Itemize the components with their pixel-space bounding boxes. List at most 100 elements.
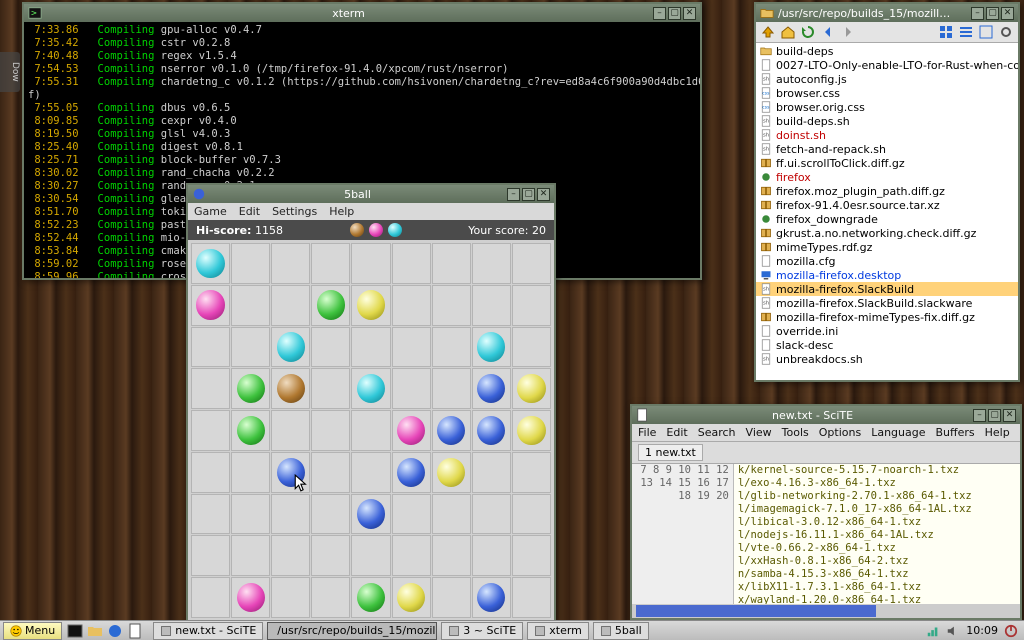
settings-icon[interactable] [998,24,1014,40]
scite-titlebar[interactable]: new.txt - SciTE – ▢ ✕ [632,406,1020,424]
board-cell[interactable] [311,535,350,576]
ball-yellow[interactable] [517,416,545,445]
board-cell[interactable] [271,494,310,535]
ball-pink[interactable] [237,583,265,612]
ball-green[interactable] [237,374,265,403]
menu-search[interactable]: Search [698,426,736,439]
board-cell[interactable] [432,494,471,535]
board-cell[interactable] [472,494,511,535]
board-cell[interactable] [311,452,350,493]
file-row[interactable]: shautoconfig.js [756,72,1018,86]
file-row[interactable]: shdoinst.sh [756,128,1018,142]
task-button[interactable]: /usr/src/repo/builds_15/mozilla_firefo..… [267,622,437,640]
task-button[interactable]: new.txt - SciTE [153,622,263,640]
ball-yellow[interactable] [517,374,545,403]
board-cell[interactable] [351,577,390,618]
ball-blue[interactable] [397,458,425,487]
board-cell[interactable] [271,452,310,493]
launcher-browser-icon[interactable] [106,622,124,640]
board-cell[interactable] [472,577,511,618]
board-cell[interactable] [311,577,350,618]
close-button[interactable]: ✕ [537,188,550,201]
file-row[interactable]: mozilla.cfg [756,254,1018,268]
board-cell[interactable] [512,368,551,409]
board-cell[interactable] [392,494,431,535]
ball-green[interactable] [357,583,385,612]
board-cell[interactable] [191,494,230,535]
file-list[interactable]: build-deps0027-LTO-Only-enable-LTO-for-R… [756,43,1018,380]
file-row[interactable]: shunbreakdocs.sh [756,352,1018,366]
task-button[interactable]: 5ball [593,622,649,640]
tab-newtxt[interactable]: 1 new.txt [638,444,703,461]
board-cell[interactable] [271,368,310,409]
board-cell[interactable] [231,285,270,326]
board-cell[interactable] [351,327,390,368]
board-cell[interactable] [231,452,270,493]
refresh-icon[interactable] [800,24,816,40]
minimize-button[interactable]: – [653,7,666,20]
minimize-button[interactable]: – [973,409,986,422]
board-cell[interactable] [231,535,270,576]
board-cell[interactable] [392,368,431,409]
menu-help[interactable]: Help [985,426,1010,439]
ball-cyan[interactable] [477,332,505,361]
ball-green[interactable] [317,290,345,319]
menu-options[interactable]: Options [819,426,861,439]
file-row[interactable]: mimeTypes.rdf.gz [756,240,1018,254]
file-row[interactable]: shmozilla-firefox.SlackBuild [756,282,1018,296]
scite-editor[interactable]: 7 8 9 10 11 12 13 14 15 16 17 18 19 20 k… [632,464,1020,604]
forward-icon[interactable] [840,24,856,40]
ball-blue[interactable] [277,458,305,487]
board-cell[interactable] [392,243,431,284]
menu-edit[interactable]: Edit [239,205,260,218]
maximize-button[interactable]: ▢ [986,7,999,20]
board-cell[interactable] [311,285,350,326]
file-row[interactable]: mozilla-firefox-mimeTypes-fix.diff.gz [756,310,1018,324]
file-row[interactable]: gkrust.a.no.networking.check.diff.gz [756,226,1018,240]
start-menu-button[interactable]: Menu [3,622,62,640]
board-cell[interactable] [231,494,270,535]
close-button[interactable]: ✕ [1003,409,1016,422]
clock[interactable]: 10:09 [966,624,998,637]
board-cell[interactable] [472,368,511,409]
board-cell[interactable] [271,243,310,284]
file-row[interactable]: shmozilla-firefox.SlackBuild.slackware [756,296,1018,310]
xterm-titlebar[interactable]: > xterm – ▢ ✕ [24,4,700,22]
menu-edit[interactable]: Edit [666,426,687,439]
menu-tools[interactable]: Tools [782,426,809,439]
board-cell[interactable] [512,494,551,535]
view-icons-icon[interactable] [938,24,954,40]
board-cell[interactable] [311,327,350,368]
launcher-files-icon[interactable] [86,622,104,640]
board-cell[interactable] [231,577,270,618]
file-row[interactable]: ff.ui.scrollToClick.diff.gz [756,156,1018,170]
menu-help[interactable]: Help [329,205,354,218]
maximize-button[interactable]: ▢ [988,409,1001,422]
menu-game[interactable]: Game [194,205,227,218]
ball-brown[interactable] [277,374,305,403]
ball-blue[interactable] [437,416,465,445]
task-button[interactable]: 3 ~ SciTE [441,622,523,640]
board-cell[interactable] [191,285,230,326]
file-row[interactable]: cssbrowser.orig.css [756,100,1018,114]
back-icon[interactable] [820,24,836,40]
ball-blue[interactable] [477,374,505,403]
file-row[interactable]: override.ini [756,324,1018,338]
ball-blue[interactable] [357,499,385,528]
board-cell[interactable] [271,327,310,368]
board-cell[interactable] [271,285,310,326]
board-cell[interactable] [432,368,471,409]
file-row[interactable]: mozilla-firefox.desktop [756,268,1018,282]
board-cell[interactable] [311,494,350,535]
menu-language[interactable]: Language [871,426,925,439]
launcher-editor-icon[interactable] [126,622,144,640]
board-cell[interactable] [231,243,270,284]
board-cell[interactable] [191,535,230,576]
ball-cyan[interactable] [277,332,305,361]
board-cell[interactable] [271,410,310,451]
board-cell[interactable] [191,410,230,451]
ball-yellow[interactable] [357,290,385,319]
scrollbar-thumb[interactable] [636,605,876,617]
tray-volume-icon[interactable] [946,624,960,638]
board-cell[interactable] [512,285,551,326]
